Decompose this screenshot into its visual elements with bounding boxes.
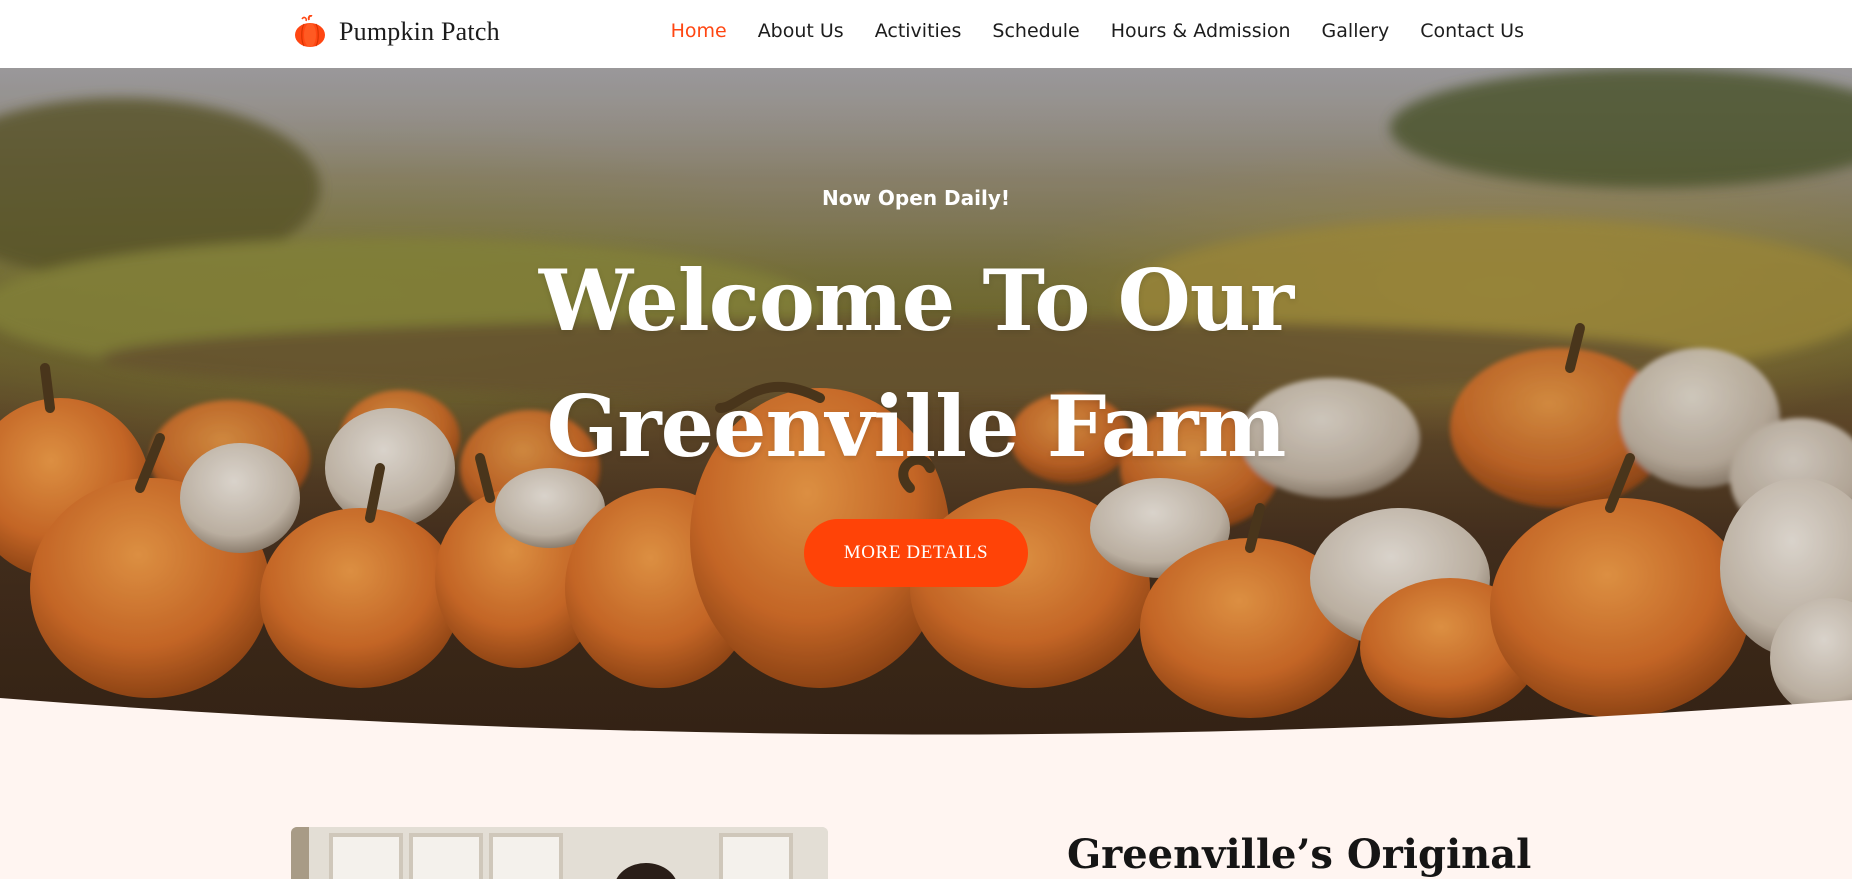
pumpkin-icon <box>295 15 325 47</box>
nav-hours-admission[interactable]: Hours & Admission <box>1111 20 1291 42</box>
main-nav: Home About Us Activities Schedule Hours … <box>671 0 1524 62</box>
more-details-button[interactable]: MORE DETAILS <box>804 519 1028 587</box>
hero-subtitle: Now Open Daily! <box>822 186 1010 210</box>
hero-curve-divider <box>0 698 1852 750</box>
intro-heading: Greenville’s Original <box>1067 831 1532 878</box>
nav-gallery[interactable]: Gallery <box>1322 20 1390 42</box>
intro-photo-image <box>291 827 828 879</box>
logo-text: Pumpkin Patch <box>339 17 500 46</box>
site-header: Pumpkin Patch Home About Us Activities S… <box>0 0 1852 68</box>
nav-activities[interactable]: Activities <box>875 20 962 42</box>
nav-about-us[interactable]: About Us <box>758 20 844 42</box>
nav-contact-us[interactable]: Contact Us <box>1420 20 1524 42</box>
nav-home[interactable]: Home <box>671 20 727 42</box>
nav-schedule[interactable]: Schedule <box>992 20 1079 42</box>
hero-title-line-1: Welcome To Our <box>538 251 1294 350</box>
intro-photo <box>291 827 828 879</box>
hero-title-line-2: Greenville Farm <box>546 377 1287 476</box>
logo-link[interactable]: Pumpkin Patch <box>293 14 500 50</box>
hero-title: Welcome To Our Greenville Farm <box>0 238 1832 490</box>
